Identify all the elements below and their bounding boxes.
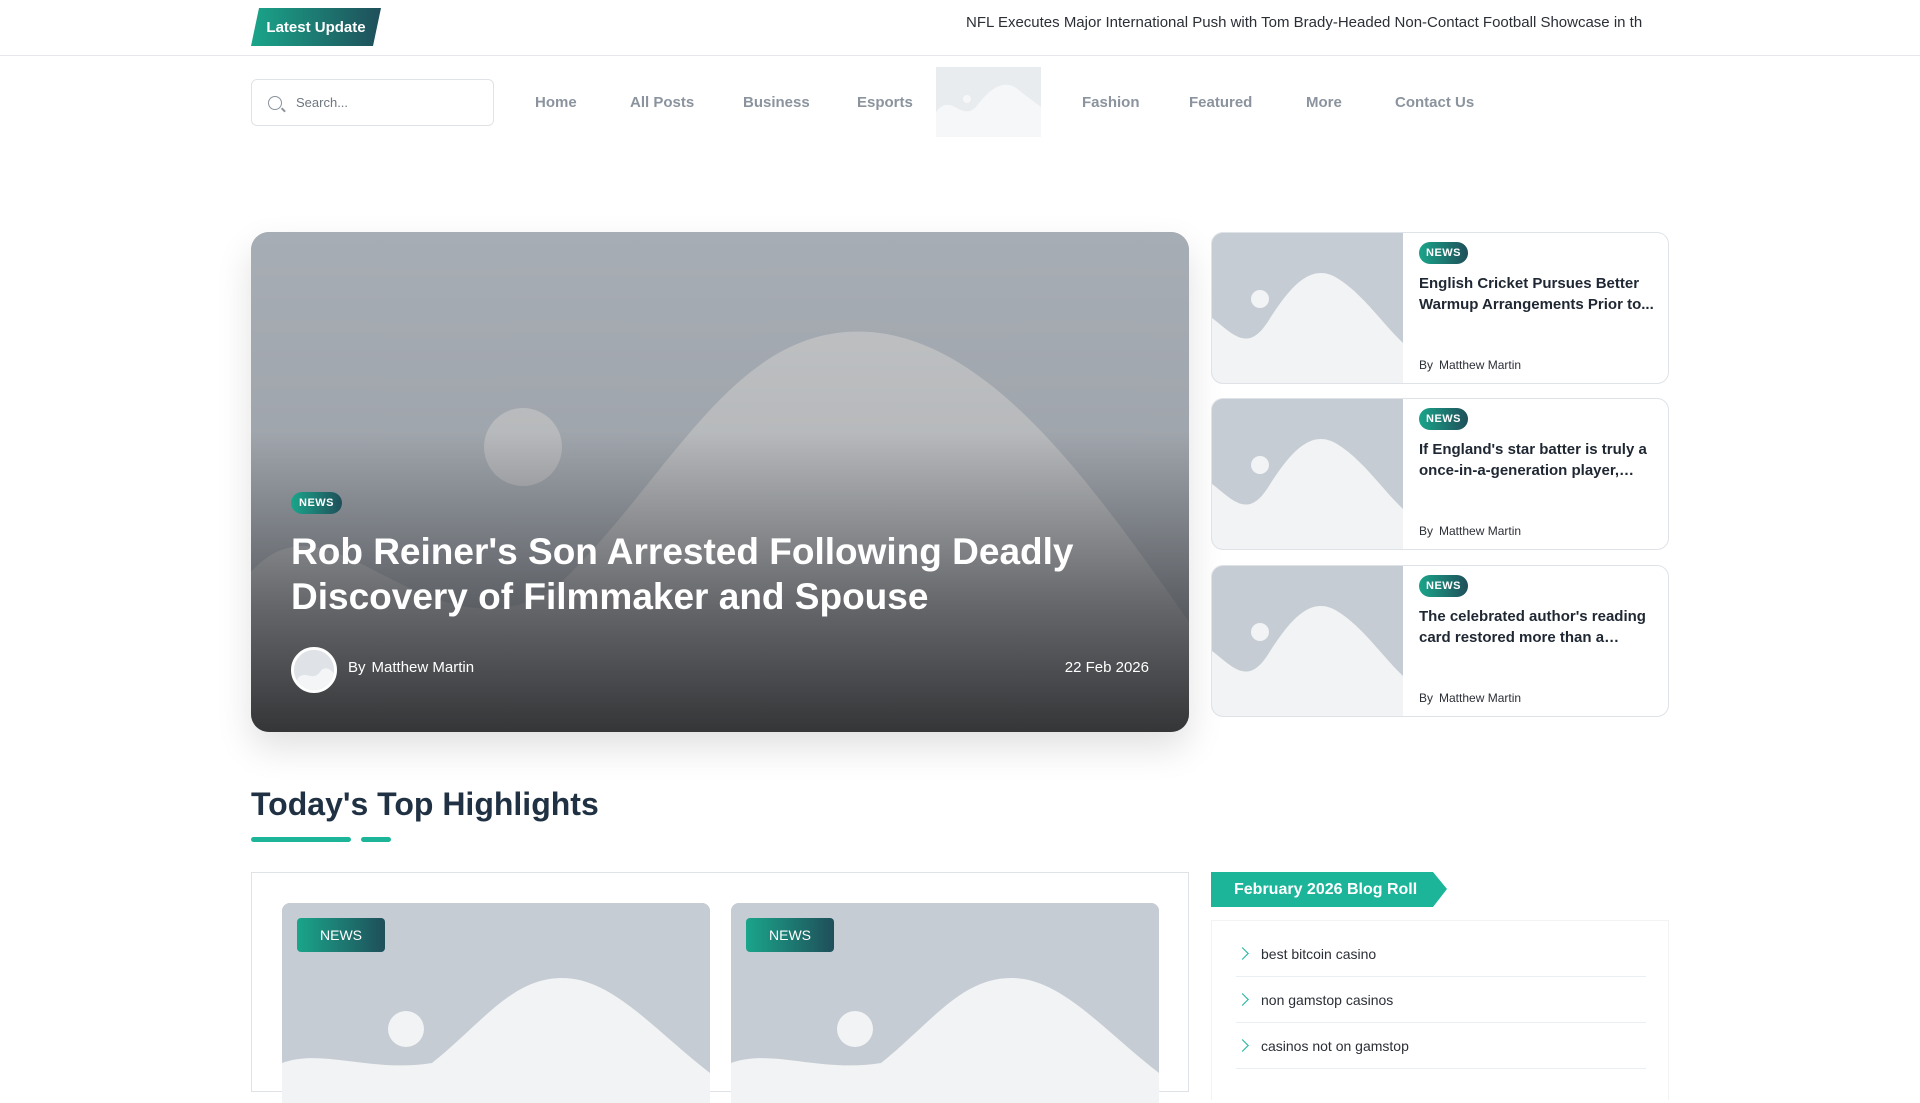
nav-item-more[interactable]: More bbox=[1306, 79, 1342, 126]
side-post-card[interactable]: NEWS If England's star batter is truly a… bbox=[1211, 398, 1669, 550]
category-tag[interactable]: NEWS bbox=[1419, 242, 1468, 264]
nav-item-esports[interactable]: Esports bbox=[857, 79, 913, 126]
blog-roll-link[interactable]: non gamstop casinos bbox=[1236, 977, 1646, 1023]
author-name[interactable]: Matthew Martin bbox=[372, 659, 475, 676]
blog-roll-link-label[interactable]: non gamstop casinos bbox=[1261, 992, 1393, 1008]
blog-roll-link-label[interactable]: casinos not on gamstop bbox=[1261, 1038, 1409, 1054]
blog-roll-heading: February 2026 Blog Roll bbox=[1211, 872, 1447, 907]
side-post-card[interactable]: NEWS The celebrated author's reading car… bbox=[1211, 565, 1669, 717]
nav-item-contact-us[interactable]: Contact Us bbox=[1395, 79, 1474, 126]
highlight-post-card[interactable]: NEWS bbox=[282, 903, 710, 1103]
search-box[interactable] bbox=[251, 79, 494, 126]
post-date: 22 Feb 2026 bbox=[1064, 659, 1149, 676]
news-ticker[interactable]: NFL Executes Major International Push wi… bbox=[966, 14, 1658, 36]
image-placeholder-icon bbox=[1212, 399, 1403, 549]
chevron-right-icon bbox=[1236, 947, 1249, 960]
post-thumbnail[interactable] bbox=[1212, 399, 1403, 549]
post-byline: By Matthew Martin bbox=[1419, 524, 1521, 538]
hero-gradient-overlay bbox=[251, 232, 1189, 732]
category-tag[interactable]: NEWS bbox=[1419, 575, 1468, 597]
by-label: By bbox=[1419, 524, 1434, 538]
post-title[interactable]: English Cricket Pursues Better Warmup Ar… bbox=[1419, 273, 1657, 315]
latest-update-badge: Latest Update bbox=[251, 8, 381, 46]
title-underline bbox=[251, 837, 351, 842]
post-byline: By Matthew Martin bbox=[1419, 358, 1521, 372]
image-placeholder-icon bbox=[1212, 566, 1403, 716]
hero-byline: By Matthew Martin bbox=[348, 659, 474, 676]
by-label: By bbox=[1419, 358, 1434, 372]
post-title[interactable]: The celebrated author's reading card res… bbox=[1419, 606, 1657, 648]
by-label: By bbox=[1419, 691, 1434, 705]
blog-roll-link[interactable]: best bitcoin casino bbox=[1236, 931, 1646, 977]
category-tag[interactable]: NEWS bbox=[1419, 408, 1468, 430]
by-label: By bbox=[348, 659, 366, 676]
category-tag[interactable]: NEWS bbox=[746, 918, 834, 952]
nav-item-business[interactable]: Business bbox=[743, 79, 810, 126]
blog-roll-link[interactable]: casinos not on gamstop bbox=[1236, 1023, 1646, 1069]
site-logo-image[interactable] bbox=[936, 67, 1041, 137]
nav-item-all-posts[interactable]: All Posts bbox=[630, 79, 694, 126]
highlight-post-card[interactable]: NEWS bbox=[731, 903, 1159, 1103]
side-post-card[interactable]: NEWS English Cricket Pursues Better Warm… bbox=[1211, 232, 1669, 384]
category-tag[interactable]: NEWS bbox=[291, 492, 342, 514]
featured-hero-post[interactable]: NEWS Rob Reiner's Son Arrested Following… bbox=[251, 232, 1189, 732]
author-avatar bbox=[291, 647, 337, 693]
post-byline: By Matthew Martin bbox=[1419, 691, 1521, 705]
post-thumbnail[interactable] bbox=[1212, 233, 1403, 383]
blog-roll-link-label[interactable]: best bitcoin casino bbox=[1261, 946, 1376, 962]
author-name[interactable]: Matthew Martin bbox=[1439, 524, 1521, 538]
author-name[interactable]: Matthew Martin bbox=[1439, 358, 1521, 372]
search-icon bbox=[268, 95, 282, 110]
post-thumbnail[interactable] bbox=[1212, 566, 1403, 716]
image-placeholder-icon bbox=[1212, 233, 1403, 383]
author-name[interactable]: Matthew Martin bbox=[1439, 691, 1521, 705]
title-underline-accent bbox=[361, 837, 391, 842]
top-bar: Latest Update NFL Executes Major Interna… bbox=[0, 0, 1920, 56]
chevron-right-icon bbox=[1236, 1039, 1249, 1052]
category-tag[interactable]: NEWS bbox=[297, 918, 385, 952]
search-input[interactable] bbox=[296, 95, 486, 110]
hero-title[interactable]: Rob Reiner's Son Arrested Following Dead… bbox=[291, 529, 1091, 619]
nav-item-featured[interactable]: Featured bbox=[1189, 79, 1252, 126]
post-title[interactable]: If England's star batter is truly a once… bbox=[1419, 439, 1657, 481]
section-title: Today's Top Highlights bbox=[251, 786, 599, 822]
nav-item-fashion[interactable]: Fashion bbox=[1082, 79, 1140, 126]
nav-item-home[interactable]: Home bbox=[535, 79, 577, 126]
chevron-right-icon bbox=[1236, 993, 1249, 1006]
image-placeholder-icon bbox=[936, 67, 1041, 137]
